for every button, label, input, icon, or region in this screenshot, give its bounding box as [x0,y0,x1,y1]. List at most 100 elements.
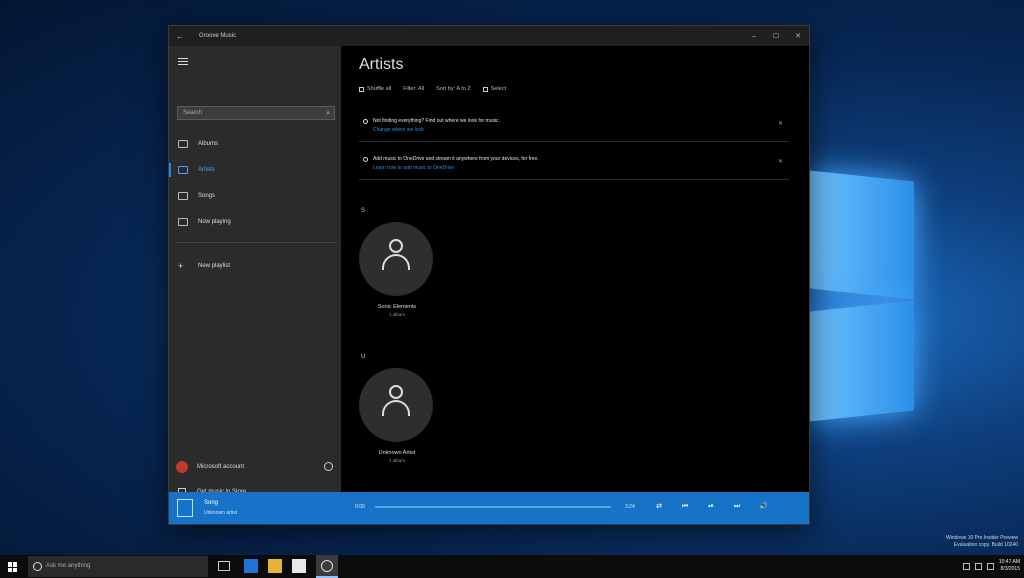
person-icon [382,385,410,423]
task-view-icon[interactable] [218,561,230,571]
elapsed-time: 0:00 [355,504,365,510]
sidebar-item-now-playing[interactable]: Now playing [169,212,341,232]
artist-image [359,222,433,296]
previous-icon[interactable]: ⏮ [681,503,689,511]
main-content: Artists Shuffle all Filter: All Sort by:… [341,46,809,492]
artist-album-count: 1 album [388,458,405,463]
avatar [176,461,188,473]
sidebar-divider [177,242,337,243]
plus-icon: + [178,261,184,271]
artist-album-count: 1 album [388,312,405,317]
select-icon [482,86,488,92]
groove-music-window: ← Groove Music – ☐ ✕ Search ⌕ Albums Art… [168,25,810,525]
notification-icon[interactable] [986,562,994,570]
artist-name: Sonic Elements [377,304,417,310]
select-button[interactable]: Select [482,86,506,92]
seek-bar[interactable] [375,506,611,508]
sidebar-item-label: Songs [198,193,216,199]
watermark-line: Evaluation copy. Build 10240 [953,542,1018,548]
taskbar: Ask me anything 10:47 AM 8/3/2015 [0,555,1024,578]
cortana-icon [33,562,42,571]
sidebar-item-songs[interactable]: Songs [169,186,341,206]
search-placeholder: Search [183,110,203,116]
sidebar-item-artists[interactable]: Artists [169,160,341,180]
new-playlist-label: New playlist [198,263,231,269]
maximize-button[interactable]: ☐ [765,32,787,40]
sidebar-item-albums[interactable]: Albums [169,134,341,154]
file-explorer-icon[interactable] [268,559,282,573]
close-button[interactable]: ✕ [787,32,809,40]
album-art[interactable] [177,499,193,517]
total-time: 3:24 [625,504,635,510]
artist-name: Unknown Artist [378,450,416,456]
filter-label: Filter: All [403,86,425,92]
gear-icon[interactable] [324,462,333,471]
artist-icon [178,166,188,174]
artist-tile[interactable]: Unknown Artist 1 album [359,368,435,463]
volume-icon[interactable]: 🔊 [759,503,768,511]
minimize-button[interactable]: – [743,33,765,40]
album-icon [178,140,188,148]
notice-link[interactable]: Change where we look [373,127,424,133]
sort-label: Sort by: A to Z [436,86,471,92]
new-playlist-button[interactable]: + New playlist [169,256,341,276]
group-header[interactable]: U [361,354,365,360]
system-tray: 10:47 AM 8/3/2015 [962,559,1020,573]
cortana-search-input[interactable]: Ask me anything [28,556,208,577]
groove-icon [321,560,333,572]
next-icon[interactable]: ⏭ [733,503,741,511]
account-row[interactable]: Microsoft account [169,458,341,476]
shuffle-all-button[interactable]: Shuffle all [359,86,391,92]
artist-tile[interactable]: Sonic Elements 1 album [359,222,435,317]
wallpaper-logo [806,120,926,440]
speaker-icon[interactable] [974,562,982,570]
close-icon[interactable]: ✕ [778,120,783,127]
groove-taskbar-button[interactable] [316,555,338,578]
hamburger-icon[interactable] [178,58,188,67]
filter-bar: Shuffle all Filter: All Sort by: A to Z … [359,86,506,92]
windows-start-icon[interactable] [8,562,18,572]
filter-dropdown[interactable]: Filter: All [403,86,424,92]
window-title: Groove Music [199,33,237,39]
sidebar-item-label: Albums [198,141,219,147]
shuffle-label: Shuffle all [367,86,392,92]
now-playing-title[interactable]: Song [204,500,218,506]
shuffle-icon[interactable]: ⇄ [655,503,663,511]
watermark-line: Windows 10 Pro Insider Preview [946,535,1018,541]
search-icon[interactable]: ⌕ [326,108,330,120]
artist-image [359,368,433,442]
group-header[interactable]: S [361,208,365,214]
notice-link[interactable]: Learn how to add music to OneDrive [373,165,454,171]
sidebar-item-label: Now playing [198,219,231,225]
notice-text: Not finding everything? Find out where w… [373,118,501,124]
sidebar: Search ⌕ Albums Artists Songs Now playin… [169,46,341,497]
person-icon [382,239,410,277]
page-title: Artists [359,56,404,73]
notice-banner: Add music to OneDrive and stream it anyw… [359,152,789,180]
close-icon[interactable]: ✕ [778,158,783,165]
music-note-icon [178,192,188,200]
now-playing-bar: Song Unknown artist 0:00 3:24 ⇄ ⏮ ⏯ ⏭ 🔊 [169,492,809,524]
sidebar-item-label: Artists [198,167,215,173]
edge-icon[interactable] [244,559,258,573]
shuffle-icon [359,86,364,92]
title-bar: ← Groove Music – ☐ ✕ [169,26,809,46]
search-input[interactable]: Search ⌕ [177,106,335,120]
clock[interactable]: 10:47 AM 8/3/2015 [999,559,1020,573]
network-icon[interactable] [962,562,970,570]
store-icon[interactable] [292,559,306,573]
clock-time: 10:47 AM [998,559,1020,565]
cortana-placeholder: Ask me anything [46,563,91,569]
notice-text: Add music to OneDrive and stream it anyw… [373,156,539,162]
info-icon [363,157,368,162]
evaluation-watermark: Windows 10 Pro Insider Preview Evaluatio… [946,535,1018,549]
now-playing-artist[interactable]: Unknown artist [204,510,237,516]
sort-dropdown[interactable]: Sort by: A to Z [436,86,471,92]
equalizer-icon [178,218,188,226]
play-pause-icon[interactable]: ⏯ [707,503,715,511]
info-icon [363,119,368,124]
select-label: Select [490,86,506,92]
back-button[interactable]: ← [169,32,191,41]
notice-banner: Not finding everything? Find out where w… [359,114,789,142]
clock-date: 8/3/2015 [1000,566,1020,572]
